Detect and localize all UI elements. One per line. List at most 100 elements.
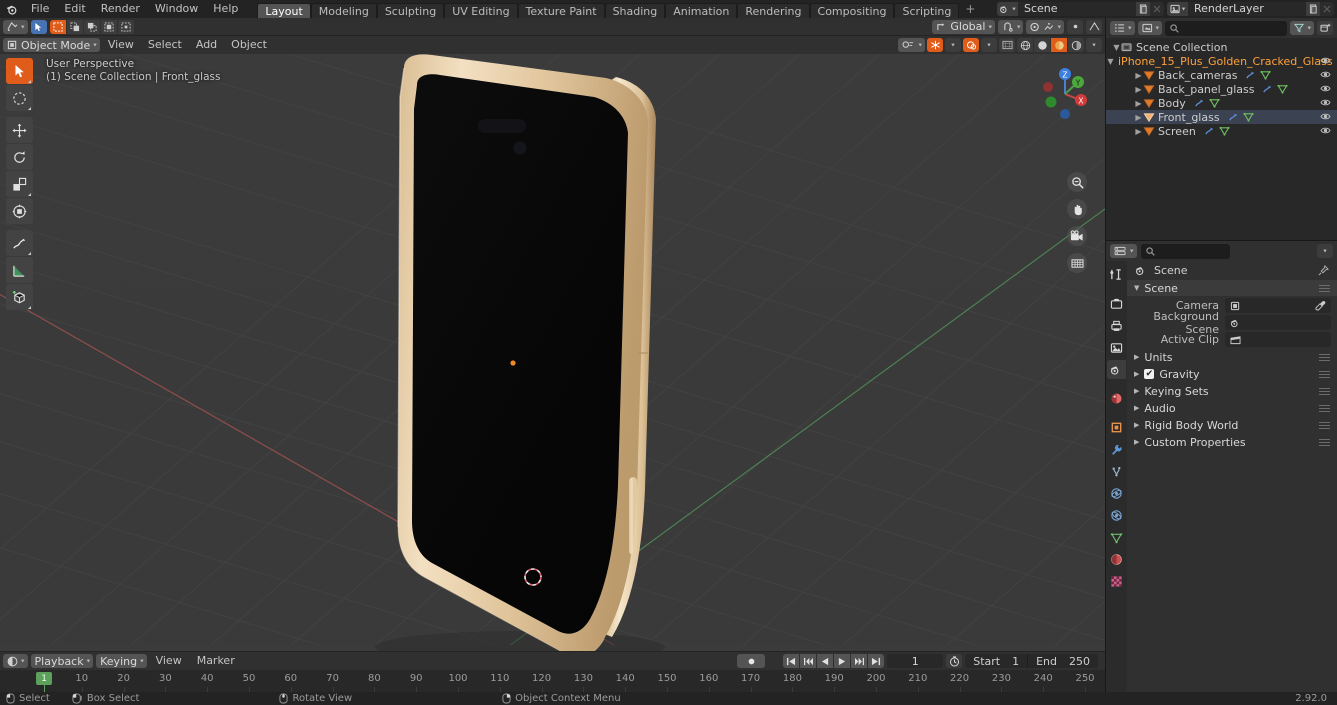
expand-triangle-icon[interactable]: ▼ xyxy=(1106,57,1115,66)
outliner-item-icons[interactable] xyxy=(1245,70,1272,80)
outliner-item-icons[interactable] xyxy=(1204,126,1230,136)
tab-compositing[interactable]: Compositing xyxy=(809,3,895,18)
previous-keyframe-button[interactable] xyxy=(800,654,817,668)
viewlayer-selector[interactable]: ▾ RenderLayer xyxy=(1167,2,1334,16)
play-reverse-button[interactable] xyxy=(817,654,834,668)
properties-panel-keying-sets[interactable]: ▶ Keying Sets xyxy=(1127,383,1337,399)
render-tab[interactable] xyxy=(1107,294,1126,313)
data-tab[interactable] xyxy=(1107,528,1126,547)
visibility-eye-icon[interactable] xyxy=(1320,98,1331,107)
outliner-item-body[interactable]: ▶ Body xyxy=(1106,96,1337,110)
hand-icon[interactable] xyxy=(1067,199,1087,219)
menu-window[interactable]: Window xyxy=(148,0,205,18)
modifier-tab[interactable] xyxy=(1107,440,1126,459)
panel-drag-handle[interactable] xyxy=(1319,353,1330,361)
timeline-menu-marker[interactable]: Marker xyxy=(191,652,241,670)
add-workspace-button[interactable]: + xyxy=(959,0,981,18)
expand-triangle-icon[interactable]: ▶ xyxy=(1134,71,1143,80)
properties-editor-type-button[interactable]: ▾ xyxy=(1110,244,1137,258)
jump-to-start-button[interactable] xyxy=(783,654,800,668)
scene-selector[interactable]: ▾ Scene xyxy=(997,2,1164,16)
select-tool-header-button[interactable] xyxy=(30,19,47,34)
view-layer-tab[interactable] xyxy=(1107,338,1126,357)
tool-transform[interactable] xyxy=(6,198,33,224)
tool-rotate[interactable] xyxy=(6,144,33,170)
zoom-icon[interactable] xyxy=(1067,172,1087,192)
timeline-menu-view[interactable]: View xyxy=(150,652,188,670)
timeline-playhead[interactable]: 1 xyxy=(36,672,53,685)
panel-drag-handle[interactable] xyxy=(1319,370,1330,378)
tab-sculpting[interactable]: Sculpting xyxy=(376,3,445,18)
outliner-item-front-glass[interactable]: ▶ Front_glass xyxy=(1106,110,1337,124)
panel-drag-handle[interactable] xyxy=(1319,284,1330,292)
outliner-item-screen[interactable]: ▶ Screen xyxy=(1106,124,1337,138)
panel-drag-handle[interactable] xyxy=(1319,421,1330,429)
tool-scale[interactable] xyxy=(6,171,33,197)
playback-dropdown[interactable]: Playback ▾ xyxy=(30,654,94,668)
outliner-item-iphone-15-plus-golden-cracked-glass[interactable]: ▼ iPhone_15_Plus_Golden_Cracked_Glass xyxy=(1106,54,1337,68)
proportional-connected-button[interactable] xyxy=(1067,19,1083,34)
eyedropper-icon[interactable] xyxy=(1313,300,1327,311)
texture-tab[interactable] xyxy=(1107,572,1126,591)
properties-panel-rigid-body-world[interactable]: ▶ Rigid Body World xyxy=(1127,417,1337,433)
viewport-menu-add[interactable]: Add xyxy=(190,36,223,54)
object-tab[interactable] xyxy=(1107,418,1126,437)
world-tab[interactable] xyxy=(1107,389,1126,408)
outliner-filter-button[interactable]: ▾ xyxy=(1290,21,1314,35)
play-button[interactable] xyxy=(834,654,851,668)
outliner-editor-type-button[interactable]: ▾ xyxy=(1110,21,1135,35)
material-tab[interactable] xyxy=(1107,550,1126,569)
properties-panel-units[interactable]: ▶ Units xyxy=(1127,349,1337,365)
record-button[interactable] xyxy=(737,654,766,668)
xray-toggle-button[interactable] xyxy=(999,38,1015,52)
end-frame-field[interactable]: End 250 xyxy=(1028,655,1098,668)
object-type-visibility-dropdown[interactable]: ▾ xyxy=(898,38,925,52)
tool-select-box[interactable] xyxy=(6,85,33,111)
active-clip-field[interactable] xyxy=(1225,332,1331,347)
properties-panel-audio[interactable]: ▶ Audio xyxy=(1127,400,1337,416)
outliner-search-input[interactable] xyxy=(1165,20,1288,36)
select-subtract-button[interactable] xyxy=(83,19,100,34)
expand-triangle-icon[interactable]: ▶ xyxy=(1134,127,1143,136)
falloff-curve-button[interactable] xyxy=(1086,19,1102,34)
panel-drag-handle[interactable] xyxy=(1319,387,1330,395)
viewport-menu-view[interactable]: View xyxy=(102,36,140,54)
panel-drag-handle[interactable] xyxy=(1319,404,1330,412)
panel-drag-handle[interactable] xyxy=(1319,438,1330,446)
outliner-item-back-cameras[interactable]: ▶ Back_cameras xyxy=(1106,68,1337,82)
editor-type-button[interactable]: ▾ xyxy=(3,19,28,34)
visibility-eye-icon[interactable] xyxy=(1320,126,1331,135)
show-overlays-button[interactable] xyxy=(963,38,979,52)
expand-triangle-icon[interactable]: ▶ xyxy=(1134,113,1143,122)
gizmo-dropdown-button[interactable]: ▾ xyxy=(945,38,961,52)
outliner-item-icons[interactable] xyxy=(1194,98,1220,108)
pin-icon[interactable] xyxy=(1318,264,1329,276)
tab-layout[interactable]: Layout xyxy=(257,3,311,18)
select-intersect-button[interactable] xyxy=(117,19,134,34)
new-viewlayer-button[interactable] xyxy=(1306,2,1320,16)
keying-dropdown[interactable]: Keying ▾ xyxy=(96,654,147,668)
new-scene-button[interactable] xyxy=(1136,2,1150,16)
select-set-button[interactable] xyxy=(49,19,66,34)
show-gizmo-button[interactable] xyxy=(927,38,943,52)
proportional-editing-toggle[interactable]: ▾ xyxy=(1026,19,1064,34)
properties-panel-custom-properties[interactable]: ▶ Custom Properties xyxy=(1127,434,1337,450)
expand-triangle-icon[interactable]: ▶ xyxy=(1134,99,1143,108)
next-keyframe-button[interactable] xyxy=(851,654,868,668)
solid-shading-button[interactable] xyxy=(1034,38,1050,52)
panel-checkbox[interactable]: ✔ xyxy=(1144,369,1155,379)
interaction-mode-dropdown[interactable]: Object Mode ▾ xyxy=(3,38,100,52)
outliner-item-icons[interactable] xyxy=(1228,112,1254,122)
transform-orientation-dropdown[interactable]: Global ▾ xyxy=(932,19,995,34)
output-tab[interactable] xyxy=(1107,316,1126,335)
wireframe-shading-button[interactable] xyxy=(1017,38,1033,52)
material-preview-shading-button[interactable] xyxy=(1051,38,1067,52)
scene-panel-header[interactable]: ▼ Scene xyxy=(1127,280,1337,296)
tool-annotate[interactable] xyxy=(6,230,33,256)
tool-move[interactable] xyxy=(6,117,33,143)
visibility-eye-icon[interactable] xyxy=(1320,70,1331,79)
scene-tab[interactable] xyxy=(1107,360,1126,379)
expand-triangle-icon[interactable]: ▼ xyxy=(1112,43,1121,52)
particles-tab[interactable] xyxy=(1107,462,1126,481)
tool-tweak[interactable] xyxy=(6,58,33,84)
